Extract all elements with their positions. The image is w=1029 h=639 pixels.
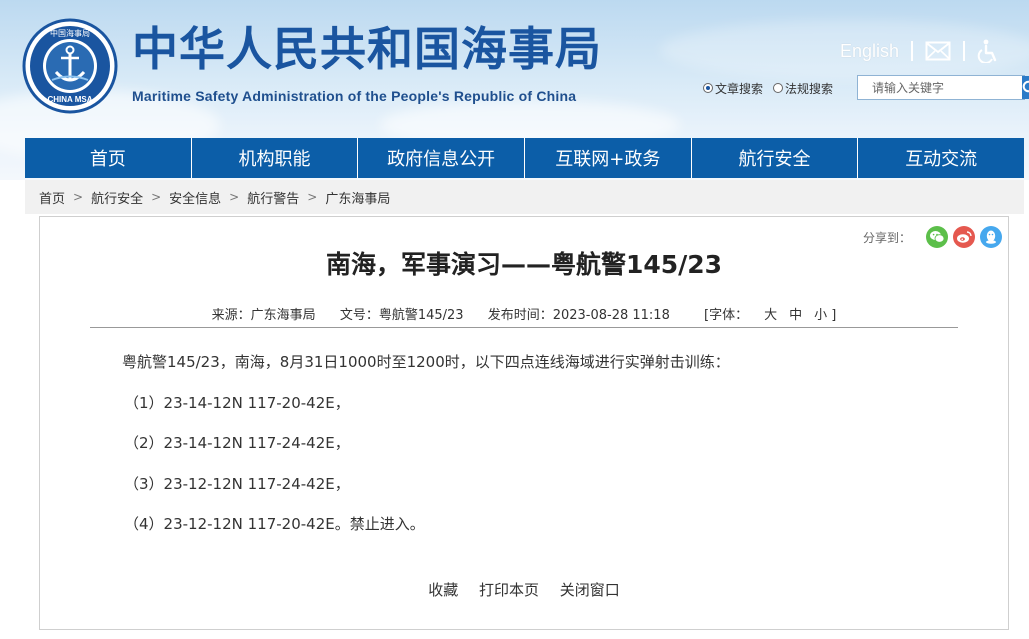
close-window-button[interactable]: 关闭窗口 (560, 581, 620, 599)
font-size-control: [字体： 大中小 ] (694, 308, 836, 323)
breadcrumb-item-guangdong-msa[interactable]: 广东海事局 (325, 188, 390, 207)
breadcrumb-item-navigation-safety[interactable]: 航行安全 (91, 188, 143, 207)
svg-text:CHINA MSA: CHINA MSA (47, 95, 92, 104)
breadcrumb-separator: > (307, 190, 318, 204)
coordinate-point: （2）23-14-12N 117-24-42E， (124, 434, 350, 452)
article-title: 南海，军事演习——粤航警145/23 (325, 250, 723, 279)
site-title[interactable]: 中华人民共和国海事局 (132, 26, 602, 72)
favorite-button[interactable]: 收藏 (428, 581, 458, 599)
nav-item-functions[interactable]: 机构职能 (192, 138, 359, 178)
svg-text:中国海事局: 中国海事局 (50, 28, 90, 38)
font-size-large-button[interactable]: 大 (764, 308, 777, 323)
search-option-regulations[interactable]: 法规搜索 (773, 80, 833, 97)
font-size-label: [字体： (704, 308, 749, 323)
msa-emblem-icon: 中国海事局 CHINA MSA (22, 18, 118, 114)
font-size-small-button[interactable]: 小 ] (814, 308, 836, 323)
nav-item-navigation-safety[interactable]: 航行安全 (692, 138, 859, 178)
article-publish-time: 发布时间：2023-08-28 11:18 (487, 308, 670, 323)
article-container: 分享到： 南海，军事演习——粤航警145/23 来源：广东海事局 文号：粤航警1… (39, 216, 1009, 630)
search-type-options: 文章搜索 法规搜索 (703, 80, 843, 96)
article-actions: 收藏 打印本页 关闭窗口 (40, 579, 1008, 600)
nav-item-home[interactable]: 首页 (25, 138, 192, 178)
article-intro: 粤航警145/23，南海，8月31日1000时至1200时，以下四点连线海域进行… (122, 353, 730, 371)
msa-logo[interactable]: 中国海事局 CHINA MSA (22, 18, 118, 114)
top-links: English (840, 38, 999, 64)
font-size-medium-button[interactable]: 中 (789, 308, 802, 323)
breadcrumb-separator: > (229, 190, 240, 204)
print-button[interactable]: 打印本页 (479, 581, 539, 599)
breadcrumb-item-nav-warnings[interactable]: 航行警告 (247, 188, 299, 207)
breadcrumb-item-safety-info[interactable]: 安全信息 (169, 188, 221, 207)
coordinate-point: （3）23-12-12N 117-24-42E， (124, 474, 350, 493)
radio-button-selected[interactable] (703, 83, 713, 93)
meta-divider (90, 327, 958, 328)
nav-item-interaction[interactable]: 互动交流 (858, 138, 1024, 178)
search-input[interactable] (858, 76, 1022, 99)
english-link[interactable]: English (840, 41, 899, 62)
nav-item-gov-info[interactable]: 政府信息公开 (358, 138, 526, 178)
radio-button[interactable] (773, 83, 784, 93)
mail-icon[interactable] (925, 41, 951, 61)
search-icon (1022, 80, 1029, 92)
article-source: 来源：广东海事局 (211, 308, 316, 323)
site-subtitle: Maritime Safety Administration of the Pe… (132, 88, 577, 104)
breadcrumb-separator: > (151, 190, 162, 204)
article-meta: 来源：广东海事局 文号：粤航警145/23 发布时间：2023-08-28 11… (40, 304, 1008, 323)
coordinate-point: （4）23-12-12N 117-20-42E。禁止进入。 (124, 515, 425, 533)
divider (963, 41, 966, 61)
divider (911, 41, 914, 61)
breadcrumb: 首页 > 航行安全 > 安全信息 > 航行警告 > 广东海事局 (25, 180, 1024, 214)
breadcrumb-item-home[interactable]: 首页 (39, 188, 65, 207)
accessibility-icon[interactable] (977, 39, 999, 63)
article-doc-number: 文号：粤航警145/23 (339, 308, 464, 323)
nav-item-internet-gov[interactable]: 互联网+政务 (525, 138, 692, 178)
coordinate-point: （1）23-14-12N 117-20-42E， (124, 393, 350, 412)
main-nav: 首页 机构职能 政府信息公开 互联网+政务 航行安全 互动交流 (25, 138, 1024, 178)
share-label: 分享到： (862, 230, 911, 245)
search-button[interactable] (1022, 76, 1029, 99)
search-option-articles[interactable]: 文章搜索 (703, 80, 763, 97)
search-box (857, 75, 1029, 100)
breadcrumb-separator: > (73, 190, 84, 204)
article-body: 粤航警145/23，南海，8月31日1000时至1200时，以下四点连线海域进行… (122, 351, 942, 554)
